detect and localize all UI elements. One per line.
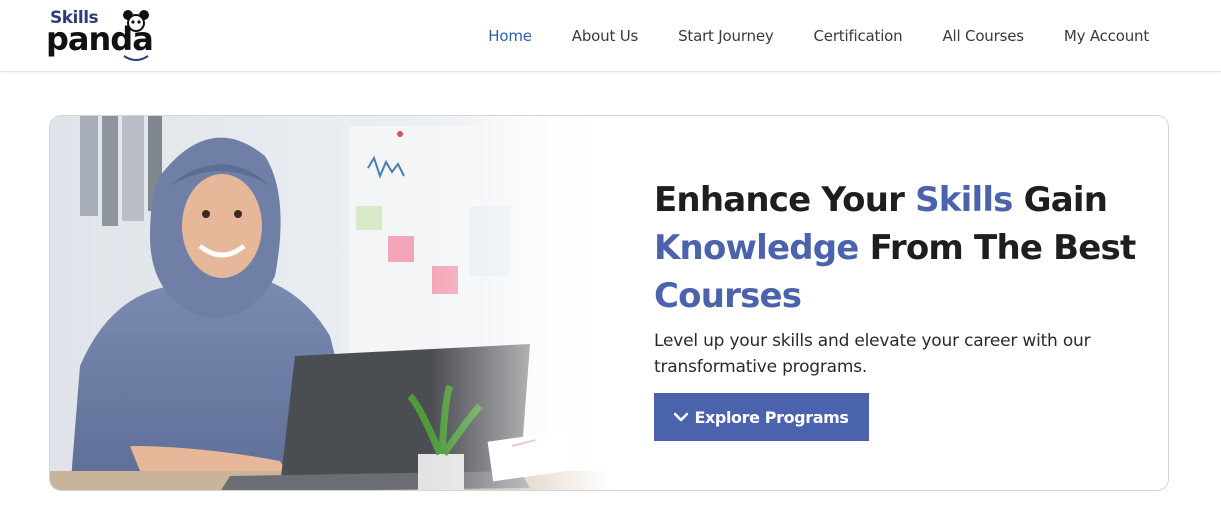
headline-part-3: From The Best: [858, 228, 1137, 268]
explore-programs-label: Explore Programs: [694, 407, 849, 427]
headline-part-2: Gain: [1012, 180, 1108, 220]
hero-text-block: Enhance Your Skills Gain Knowledge From …: [654, 176, 1154, 380]
chevron-down-icon: [674, 412, 689, 422]
nav-home[interactable]: Home: [468, 27, 552, 45]
main-nav: Home About Us Start Journey Certificatio…: [468, 0, 1169, 72]
headline-highlight-skills: Skills: [915, 180, 1013, 220]
panda-ears-icon: [123, 10, 149, 61]
nav-start-journey[interactable]: Start Journey: [658, 27, 793, 45]
hero-banner: Enhance Your Skills Gain Knowledge From …: [49, 115, 1169, 491]
hero-subtext: Level up your skills and elevate your ca…: [654, 331, 1091, 377]
headline-highlight-knowledge: Knowledge: [654, 228, 859, 268]
skills-panda-logo[interactable]: Skills panda: [46, 6, 156, 62]
nav-about-us[interactable]: About Us: [552, 27, 658, 45]
hero-photo: [50, 116, 610, 490]
nav-certification[interactable]: Certification: [794, 27, 923, 45]
nav-my-account[interactable]: My Account: [1044, 27, 1169, 45]
nav-all-courses[interactable]: All Courses: [922, 27, 1043, 45]
headline-part-1: Enhance Your: [654, 180, 916, 220]
explore-programs-button[interactable]: Explore Programs: [654, 393, 869, 441]
hero-headline: Enhance Your Skills Gain Knowledge From …: [654, 176, 1154, 320]
site-header: Skills panda Home About Us Start Journey…: [0, 0, 1221, 72]
headline-highlight-courses: Courses: [654, 276, 802, 316]
